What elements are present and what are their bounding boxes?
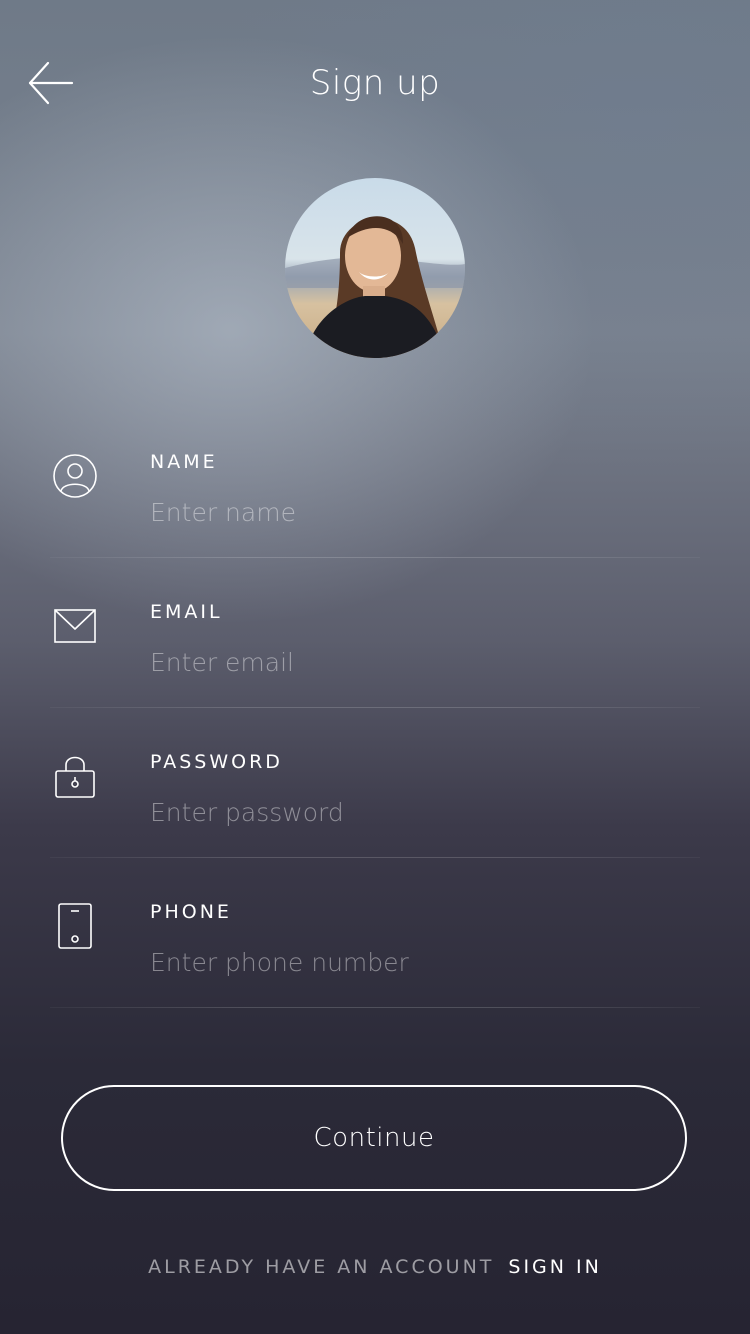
- name-input[interactable]: [150, 490, 690, 534]
- name-field: NAME: [50, 408, 700, 558]
- already-have-account-text: ALREADY HAVE AN ACCOUNT: [148, 1256, 495, 1278]
- password-label: PASSWORD: [150, 751, 283, 773]
- email-input[interactable]: [150, 640, 690, 684]
- phone-label: PHONE: [150, 901, 232, 923]
- email-label: EMAIL: [150, 601, 223, 623]
- phone-input[interactable]: [150, 940, 690, 984]
- phone-field: PHONE: [50, 858, 700, 1008]
- avatar[interactable]: [285, 178, 465, 358]
- password-input[interactable]: [150, 790, 690, 834]
- envelope-icon: [50, 601, 100, 651]
- continue-button[interactable]: Continue: [61, 1085, 687, 1191]
- password-field: PASSWORD: [50, 708, 700, 858]
- name-label: NAME: [150, 451, 218, 473]
- user-icon: [50, 451, 100, 501]
- email-field: EMAIL: [50, 558, 700, 708]
- sign-in-link[interactable]: SIGN IN: [508, 1256, 601, 1278]
- signin-prompt: ALREADY HAVE AN ACCOUNT SIGN IN: [0, 1254, 750, 1280]
- phone-icon: [50, 901, 100, 951]
- divider: [50, 1007, 700, 1008]
- signup-screen: Sign up NAME Enter name EMAIL Enter emai…: [0, 0, 750, 1334]
- lock-icon: [50, 751, 100, 801]
- page-title: Sign up: [309, 63, 441, 103]
